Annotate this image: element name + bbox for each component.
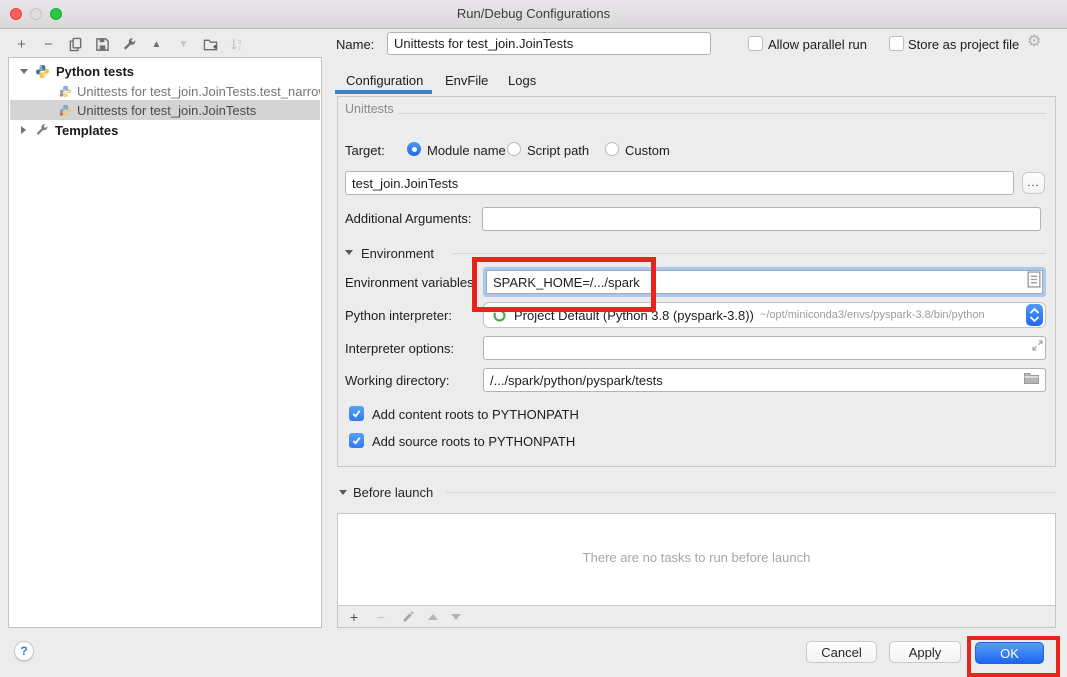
radio-custom-label: Custom xyxy=(625,143,670,158)
tree-item-label: Python tests xyxy=(56,64,134,79)
tree-item-label: Templates xyxy=(55,123,118,138)
tab-logs[interactable]: Logs xyxy=(508,73,536,88)
section-divider xyxy=(446,492,1056,493)
move-task-down-icon[interactable] xyxy=(451,614,461,620)
tree-item-jointests-selected[interactable]: Unittests for test_join.JoinTests xyxy=(10,100,320,120)
window-title: Run/Debug Configurations xyxy=(0,6,1067,21)
target-label: Target: xyxy=(345,143,385,158)
radio-custom[interactable] xyxy=(605,142,619,156)
chevron-down-icon[interactable] xyxy=(20,69,28,74)
section-divider xyxy=(398,113,1046,114)
interpreter-options-input[interactable] xyxy=(483,336,1046,360)
copy-icon[interactable] xyxy=(67,36,84,53)
store-project-checkbox[interactable] xyxy=(889,36,904,51)
titlebar: Run/Debug Configurations xyxy=(0,0,1067,29)
move-down-icon[interactable]: ▼ xyxy=(175,36,192,53)
apply-button[interactable]: Apply xyxy=(889,641,961,663)
wrench-icon[interactable] xyxy=(121,36,138,53)
environment-variables-input[interactable]: SPARK_HOME=/.../spark xyxy=(483,267,1046,297)
radio-script-path-label: Script path xyxy=(527,143,589,158)
tree-item-label: Unittests for test_join.JoinTests xyxy=(77,103,256,118)
add-source-roots-checkbox[interactable] xyxy=(349,433,364,448)
environment-section-title: Environment xyxy=(361,246,434,261)
svg-text:z: z xyxy=(238,45,241,52)
collapse-environment-icon[interactable] xyxy=(345,250,353,255)
additional-arguments-label: Additional Arguments: xyxy=(345,211,471,226)
combo-stepper-icon[interactable] xyxy=(1026,304,1043,326)
list-editor-icon[interactable] xyxy=(1027,271,1041,293)
radio-script-path[interactable] xyxy=(507,142,521,156)
python-interpreter-path: ~/opt/miniconda3/envs/pyspark-3.8/bin/py… xyxy=(760,309,985,321)
add-source-roots-label: Add source roots to PYTHONPATH xyxy=(372,434,575,449)
environment-variables-label: Environment variables: xyxy=(345,275,477,290)
target-input[interactable] xyxy=(345,171,1014,195)
radio-module-name-label: Module name xyxy=(427,143,506,158)
name-label: Name: xyxy=(336,37,374,52)
python-icon xyxy=(35,64,50,79)
expand-field-icon[interactable] xyxy=(1031,339,1044,357)
remove-icon[interactable]: − xyxy=(40,36,57,53)
working-directory-label: Working directory: xyxy=(345,373,450,388)
unittests-section-title: Unittests xyxy=(345,102,394,116)
collapse-before-launch-icon[interactable] xyxy=(339,490,347,495)
before-launch-toolbar: + − xyxy=(338,605,1055,627)
before-launch-empty-message: There are no tasks to run before launch xyxy=(338,550,1055,565)
save-icon[interactable] xyxy=(94,36,111,53)
sort-icon[interactable]: az xyxy=(229,36,246,53)
name-input[interactable] xyxy=(387,32,711,55)
allow-parallel-checkbox[interactable] xyxy=(748,36,763,51)
python-interpreter-label: Python interpreter: xyxy=(345,308,452,323)
add-content-roots-label: Add content roots to PYTHONPATH xyxy=(372,407,579,422)
edit-task-icon[interactable] xyxy=(401,610,415,624)
tab-envfile[interactable]: EnvFile xyxy=(445,73,488,88)
before-launch-task-list: There are no tasks to run before launch … xyxy=(337,513,1056,628)
move-up-icon[interactable]: ▲ xyxy=(148,36,165,53)
tree-item-label: Unittests for test_join.JoinTests.test_n… xyxy=(77,84,320,99)
active-tab-underline xyxy=(335,90,432,94)
add-icon[interactable]: + xyxy=(13,36,30,53)
run-config-tree: Python tests Unittests for test_join.Joi… xyxy=(8,57,322,628)
gear-icon[interactable]: ⚙ xyxy=(1027,31,1041,51)
section-divider xyxy=(452,253,1046,254)
wrench-icon xyxy=(35,123,49,137)
remove-task-icon[interactable]: − xyxy=(374,610,388,624)
cancel-button[interactable]: Cancel xyxy=(806,641,877,663)
tree-item-templates[interactable]: Templates xyxy=(10,120,320,140)
interpreter-options-label: Interpreter options: xyxy=(345,341,454,356)
store-project-label: Store as project file xyxy=(908,37,1019,52)
conda-env-icon xyxy=(492,308,507,323)
python-test-icon xyxy=(59,104,72,117)
environment-variables-value: SPARK_HOME=/.../spark xyxy=(493,275,640,290)
move-task-up-icon[interactable] xyxy=(428,614,438,620)
ok-button[interactable]: OK xyxy=(975,642,1044,664)
working-directory-input[interactable] xyxy=(483,368,1046,392)
tree-item-test-narrow[interactable]: Unittests for test_join.JoinTests.test_n… xyxy=(10,81,320,101)
tree-item-python-tests[interactable]: Python tests xyxy=(10,61,320,81)
python-interpreter-select[interactable]: Project Default (Python 3.8 (pyspark-3.8… xyxy=(483,302,1046,328)
radio-module-name[interactable] xyxy=(407,142,421,156)
python-interpreter-value: Project Default (Python 3.8 (pyspark-3.8… xyxy=(514,308,754,323)
python-test-icon xyxy=(59,85,72,98)
folder-icon[interactable] xyxy=(1023,371,1040,391)
add-task-icon[interactable]: + xyxy=(347,610,361,624)
tab-configuration[interactable]: Configuration xyxy=(346,73,423,88)
tree-toolbar: + − ▲ ▼ az xyxy=(13,33,246,55)
add-content-roots-checkbox[interactable] xyxy=(349,406,364,421)
new-folder-icon[interactable] xyxy=(202,36,219,53)
additional-arguments-input[interactable] xyxy=(482,207,1041,231)
chevron-right-icon[interactable] xyxy=(21,126,26,134)
before-launch-section-title: Before launch xyxy=(353,485,433,500)
browse-button[interactable]: ... xyxy=(1022,172,1045,194)
help-button[interactable]: ? xyxy=(14,641,34,661)
allow-parallel-label: Allow parallel run xyxy=(768,37,867,52)
